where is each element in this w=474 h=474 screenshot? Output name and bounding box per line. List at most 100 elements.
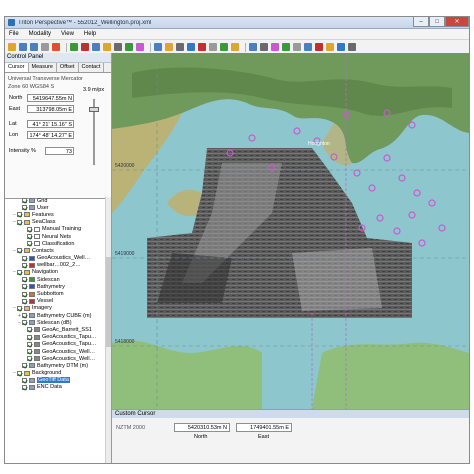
layer-tree-row[interactable]: wellbar…002_2… bbox=[5, 262, 105, 269]
layer-visibility-checkbox[interactable] bbox=[22, 205, 27, 211]
toolbar-tool-icon[interactable] bbox=[187, 43, 195, 51]
layer-visibility-checkbox[interactable] bbox=[17, 370, 22, 376]
tab-measure[interactable]: Measure bbox=[29, 63, 57, 72]
layer-tree-row[interactable]: GeoAcoustics_Tapu… bbox=[5, 341, 105, 348]
layer-visibility-checkbox[interactable] bbox=[22, 298, 27, 304]
layer-visibility-checkbox[interactable] bbox=[22, 291, 27, 297]
menu-help[interactable]: Help bbox=[84, 31, 96, 37]
layer-visibility-checkbox[interactable] bbox=[17, 212, 22, 218]
toolbar-tool-icon[interactable] bbox=[103, 43, 111, 51]
toolbar-tool-icon[interactable] bbox=[304, 43, 312, 51]
toolbar-tool-icon[interactable] bbox=[136, 43, 144, 51]
toolbar-tool-icon[interactable] bbox=[8, 43, 16, 51]
menu-view[interactable]: View bbox=[61, 31, 74, 37]
layer-tree-row[interactable]: Manual Training bbox=[5, 226, 105, 233]
layer-tree-row[interactable]: − Sidescan (dB) bbox=[5, 319, 105, 326]
layer-visibility-checkbox[interactable] bbox=[22, 277, 27, 283]
layer-visibility-checkbox[interactable] bbox=[17, 305, 22, 311]
intensity-field[interactable]: 73 bbox=[45, 147, 74, 155]
tree-scrollbar[interactable] bbox=[105, 197, 111, 463]
layer-tree-row[interactable]: − Navigation bbox=[5, 269, 105, 276]
toolbar-tool-icon[interactable] bbox=[260, 43, 268, 51]
toolbar-tool-icon[interactable] bbox=[52, 43, 60, 51]
layer-tree-row[interactable]: Vessel bbox=[5, 298, 105, 305]
layer-tree-row[interactable]: GeoAcoustics_Well… bbox=[5, 348, 105, 355]
tab-contact[interactable]: Contact bbox=[79, 63, 105, 72]
lat-field[interactable]: 41° 21' 15.16" S bbox=[27, 120, 74, 128]
layer-tree-row[interactable]: − SeaClass bbox=[5, 219, 105, 226]
east-field[interactable]: 313798.05m E bbox=[27, 105, 74, 113]
layer-visibility-checkbox[interactable] bbox=[17, 219, 22, 225]
close-button[interactable]: ✕ bbox=[445, 17, 469, 27]
tab-offset[interactable]: Offset bbox=[57, 63, 79, 72]
custom-north-field[interactable]: 5420310.53m N bbox=[174, 423, 230, 432]
toolbar-tool-icon[interactable] bbox=[209, 43, 217, 51]
zoom-slider-thumb[interactable] bbox=[89, 107, 99, 112]
layer-visibility-checkbox[interactable] bbox=[27, 341, 32, 347]
layer-visibility-checkbox[interactable] bbox=[27, 349, 32, 355]
toolbar-tool-icon[interactable] bbox=[125, 43, 133, 51]
layer-visibility-checkbox[interactable] bbox=[27, 327, 32, 333]
layer-tree-row[interactable]: GeoAcoustics_Well… bbox=[5, 255, 105, 262]
toolbar-tool-icon[interactable] bbox=[30, 43, 38, 51]
toolbar-tool-icon[interactable] bbox=[271, 43, 279, 51]
layer-visibility-checkbox[interactable] bbox=[27, 334, 32, 340]
tab-cursor[interactable]: Cursor bbox=[5, 63, 29, 72]
layer-visibility-checkbox[interactable] bbox=[22, 363, 27, 369]
toolbar-tool-icon[interactable] bbox=[165, 43, 173, 51]
layer-visibility-checkbox[interactable] bbox=[27, 241, 32, 247]
toolbar-tool-icon[interactable] bbox=[114, 43, 122, 51]
toolbar-tool-icon[interactable] bbox=[282, 43, 290, 51]
layer-visibility-checkbox[interactable] bbox=[22, 313, 27, 319]
layer-tree-row[interactable]: User bbox=[5, 204, 105, 211]
toolbar-tool-icon[interactable] bbox=[176, 43, 184, 51]
layer-tree-row[interactable]: Sidescan bbox=[5, 276, 105, 283]
layer-visibility-checkbox[interactable] bbox=[27, 234, 32, 240]
layer-visibility-checkbox[interactable] bbox=[22, 320, 27, 326]
layer-tree-row[interactable]: ENC Data bbox=[5, 384, 105, 391]
toolbar-tool-icon[interactable] bbox=[337, 43, 345, 51]
toolbar-tool-icon[interactable] bbox=[293, 43, 301, 51]
north-field[interactable]: 5419647.55m N bbox=[27, 94, 74, 102]
layer-visibility-checkbox[interactable] bbox=[22, 377, 27, 383]
layer-tree-row[interactable]: Classification bbox=[5, 240, 105, 247]
toolbar-tool-icon[interactable] bbox=[92, 43, 100, 51]
layer-tree-row[interactable]: − Contacts bbox=[5, 247, 105, 254]
map-view[interactable]: 5420000 5419000 5418000 Houghton bbox=[112, 53, 469, 409]
minimize-button[interactable]: – bbox=[413, 17, 429, 27]
map-canvas[interactable] bbox=[112, 53, 469, 409]
tree-scrollbar-thumb[interactable] bbox=[106, 257, 111, 347]
layer-tree-row[interactable]: GeoTiff Data bbox=[5, 377, 105, 384]
custom-east-field[interactable]: 1749401.55m E bbox=[236, 423, 292, 432]
lon-field[interactable]: 174° 48' 14.27" E bbox=[27, 131, 74, 139]
toolbar-tool-icon[interactable] bbox=[220, 43, 228, 51]
toolbar-tool-icon[interactable] bbox=[249, 43, 257, 51]
layer-tree-row[interactable]: GeoAcoustics_Tapu… bbox=[5, 334, 105, 341]
maximize-button[interactable]: □ bbox=[429, 17, 445, 27]
layer-visibility-checkbox[interactable] bbox=[22, 255, 27, 261]
layer-visibility-checkbox[interactable] bbox=[22, 262, 27, 268]
toolbar-tool-icon[interactable] bbox=[19, 43, 27, 51]
layer-visibility-checkbox[interactable] bbox=[22, 384, 27, 390]
toolbar-tool-icon[interactable] bbox=[41, 43, 49, 51]
layer-visibility-checkbox[interactable] bbox=[27, 356, 32, 362]
layer-tree-row[interactable]: + Bathymetry CUBE (m) bbox=[5, 312, 105, 319]
layer-visibility-checkbox[interactable] bbox=[22, 284, 27, 290]
toolbar-tool-icon[interactable] bbox=[70, 43, 78, 51]
toolbar-tool-icon[interactable] bbox=[326, 43, 334, 51]
layer-tree-row[interactable]: − Imagery bbox=[5, 305, 105, 312]
toolbar-tool-icon[interactable] bbox=[154, 43, 162, 51]
layer-tree-row[interactable]: Grid bbox=[5, 197, 105, 204]
toolbar-tool-icon[interactable] bbox=[315, 43, 323, 51]
layer-tree-row[interactable]: Subbottom bbox=[5, 290, 105, 297]
toolbar-tool-icon[interactable] bbox=[231, 43, 239, 51]
layer-tree-row[interactable]: GeoAc_Barrett_SS1 bbox=[5, 326, 105, 333]
layer-tree-row[interactable]: Bathymetry DTM (m) bbox=[5, 362, 105, 369]
toolbar-tool-icon[interactable] bbox=[81, 43, 89, 51]
layer-visibility-checkbox[interactable] bbox=[22, 198, 27, 204]
layer-visibility-checkbox[interactable] bbox=[17, 269, 22, 275]
layer-tree-row[interactable]: − Background bbox=[5, 370, 105, 377]
layer-visibility-checkbox[interactable] bbox=[17, 248, 22, 254]
toolbar-tool-icon[interactable] bbox=[198, 43, 206, 51]
menu-file[interactable]: File bbox=[9, 31, 19, 37]
